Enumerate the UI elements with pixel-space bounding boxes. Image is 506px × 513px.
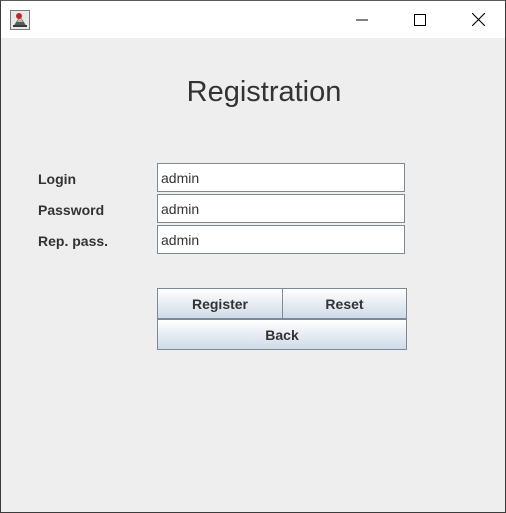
maximize-button[interactable] (391, 1, 449, 38)
close-icon (471, 13, 485, 26)
maximize-icon (414, 13, 426, 26)
page-title: Registration (186, 76, 342, 108)
register-button[interactable]: Register (157, 288, 283, 319)
title-bar[interactable] (1, 1, 505, 38)
repeat-password-field[interactable] (157, 225, 405, 254)
app-window: Registration Login Password Rep. pass. R… (0, 0, 506, 513)
login-field[interactable] (157, 163, 405, 192)
back-button[interactable]: Back (157, 319, 407, 350)
minimize-button[interactable] (333, 1, 391, 38)
repeat-password-label: Rep. pass. (38, 233, 109, 249)
registration-panel: Registration Login Password Rep. pass. R… (1, 38, 505, 512)
password-field[interactable] (157, 194, 405, 223)
login-label: Login (38, 171, 77, 187)
reset-button[interactable]: Reset (282, 288, 407, 319)
close-button[interactable] (449, 1, 506, 38)
password-label: Password (38, 202, 105, 218)
minimize-icon (356, 19, 368, 20)
java-app-icon (10, 10, 30, 30)
